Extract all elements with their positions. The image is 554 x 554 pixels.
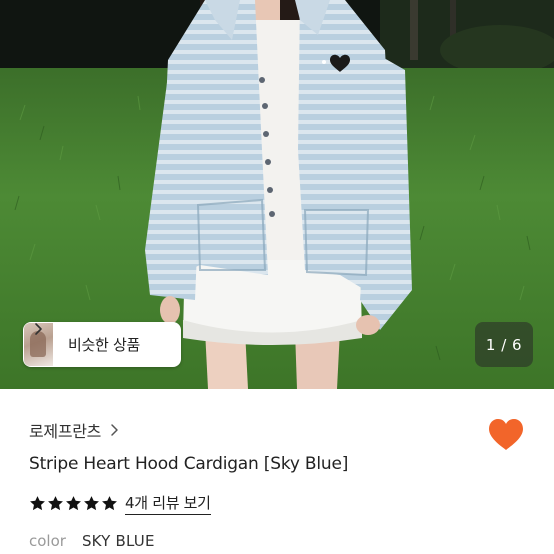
star-icon bbox=[30, 496, 45, 511]
product-option: color SKY BLUE bbox=[29, 532, 155, 550]
product-title: Stripe Heart Hood Cardigan [Sky Blue] bbox=[29, 454, 349, 474]
chevron-right-icon bbox=[111, 424, 118, 436]
store-link[interactable]: 로제프란츠 bbox=[29, 418, 120, 442]
star-icon bbox=[48, 496, 63, 511]
similar-products-label: 비슷한 상품 bbox=[68, 336, 140, 354]
heart-icon[interactable] bbox=[487, 418, 525, 452]
store-name: 로제프란츠 bbox=[29, 422, 102, 441]
chevron-right-icon bbox=[35, 323, 42, 335]
rating-row: 4개 리뷰 보기 bbox=[29, 492, 211, 515]
star-icon bbox=[102, 496, 117, 511]
option-value: SKY BLUE bbox=[81, 532, 155, 550]
product-image-carousel[interactable]: 비슷한 상품 1 / 6 bbox=[0, 0, 554, 389]
similar-products-button[interactable]: 비슷한 상품 bbox=[23, 322, 181, 367]
star-icon bbox=[84, 496, 99, 511]
star-rating bbox=[29, 495, 119, 512]
star-icon bbox=[66, 496, 81, 511]
review-link[interactable]: 4개 리뷰 보기 bbox=[125, 492, 211, 515]
option-label: color bbox=[29, 532, 66, 550]
carousel-page-indicator: 1 / 6 bbox=[475, 322, 533, 367]
